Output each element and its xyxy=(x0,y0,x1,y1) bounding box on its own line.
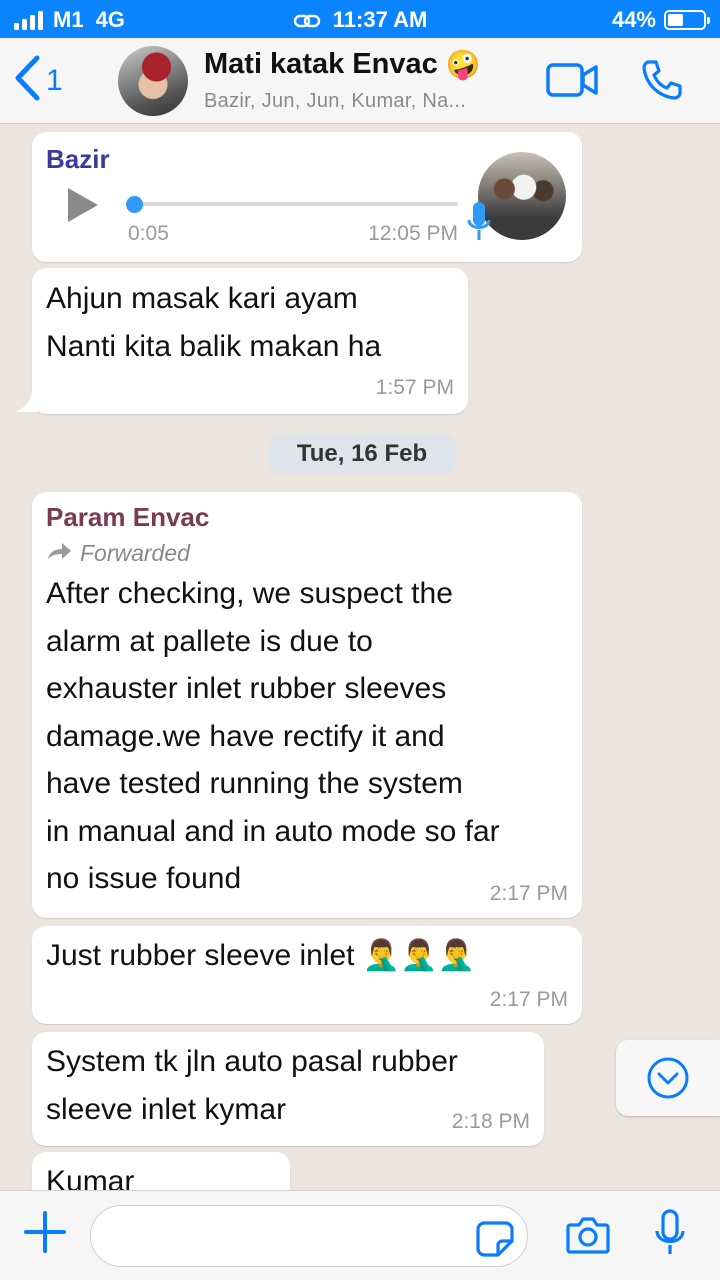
back-button[interactable]: 1 xyxy=(12,54,63,107)
video-call-button[interactable] xyxy=(546,62,598,103)
group-avatar[interactable] xyxy=(118,46,188,116)
group-title[interactable]: Mati katak Envac 🤪 xyxy=(204,48,481,81)
message-time: 2:18 PM xyxy=(451,1110,530,1133)
message-text: System tk jln auto pasal rubber sleeve i… xyxy=(46,1045,458,1126)
phone-icon xyxy=(640,60,684,106)
forwarded-message[interactable]: Param Envac Forwarded After checking, we… xyxy=(32,492,582,918)
microphone-icon xyxy=(654,1209,686,1261)
text-message[interactable]: Kumar xyxy=(32,1152,290,1190)
message-text: Just rubber sleeve inlet 🤦‍♂️🤦‍♂️🤦‍♂️ xyxy=(46,939,475,972)
unread-count: 1 xyxy=(46,63,63,97)
message-time: 2:17 PM xyxy=(489,988,568,1011)
forwarded-text: Forwarded xyxy=(80,540,190,566)
text-message[interactable]: System tk jln auto pasal rubber sleeve i… xyxy=(32,1032,544,1146)
sender-name: Bazir xyxy=(46,144,110,174)
play-icon[interactable] xyxy=(68,188,98,222)
text-message[interactable]: Ahjun masak kari ayam Nanti kita balik m… xyxy=(32,268,468,414)
chat-header: 1 Mati katak Envac 🤪 Bazir, Jun, Jun, Ku… xyxy=(0,38,720,124)
voice-message[interactable]: Bazir 0:05 12:05 PM xyxy=(32,132,582,262)
voice-record-button[interactable] xyxy=(654,1209,686,1262)
message-time: 12:05 PM xyxy=(368,222,458,245)
chevron-left-icon xyxy=(12,54,42,107)
text-message[interactable]: Just rubber sleeve inlet 🤦‍♂️🤦‍♂️🤦‍♂️ 2:… xyxy=(32,926,582,1024)
forwarded-label: Forwarded xyxy=(46,540,190,567)
group-emoji: 🤪 xyxy=(445,48,481,81)
voice-call-button[interactable] xyxy=(640,58,684,107)
message-list[interactable]: Bazir 0:05 12:05 PM Ahjun masak kari aya… xyxy=(0,124,720,1190)
message-text: After checking, we suspect the alarm at … xyxy=(46,577,500,895)
battery-percent: 44% xyxy=(611,7,656,32)
group-members[interactable]: Bazir, Jun, Jun, Kumar, Na... xyxy=(204,90,534,113)
forward-arrow-icon xyxy=(46,540,72,567)
message-time: 1:57 PM xyxy=(375,376,454,399)
microphone-icon xyxy=(466,200,492,249)
audio-scrubber[interactable] xyxy=(126,196,143,213)
sticker-icon xyxy=(476,1221,514,1261)
video-camera-icon xyxy=(546,63,598,102)
message-input[interactable] xyxy=(90,1205,528,1267)
input-bar xyxy=(0,1190,720,1280)
group-name: Mati katak Envac xyxy=(204,48,438,80)
plus-icon xyxy=(22,1211,68,1259)
link-icon xyxy=(293,10,321,36)
battery-info: 44% xyxy=(611,7,710,33)
chevron-down-circle-icon xyxy=(646,1056,690,1105)
audio-progress-track[interactable] xyxy=(132,202,458,206)
time-label: 11:37 AM xyxy=(332,7,428,32)
audio-duration: 0:05 xyxy=(128,222,169,245)
sender-name: Param Envac xyxy=(46,502,210,532)
message-time: 2:17 PM xyxy=(489,882,568,905)
camera-icon xyxy=(566,1217,610,1259)
attach-button[interactable] xyxy=(22,1209,68,1260)
camera-button[interactable] xyxy=(566,1215,610,1260)
scroll-to-bottom-button[interactable] xyxy=(616,1040,720,1116)
sticker-button[interactable] xyxy=(476,1221,514,1262)
bubble-tail xyxy=(14,392,38,419)
message-text: Kumar xyxy=(46,1165,135,1190)
battery-icon xyxy=(664,10,710,30)
date-separator: Tue, 16 Feb xyxy=(268,434,456,474)
message-text: Ahjun masak kari ayam Nanti kita balik m… xyxy=(46,282,382,363)
status-bar: M1 4G 11:37 AM 44% xyxy=(0,0,720,38)
